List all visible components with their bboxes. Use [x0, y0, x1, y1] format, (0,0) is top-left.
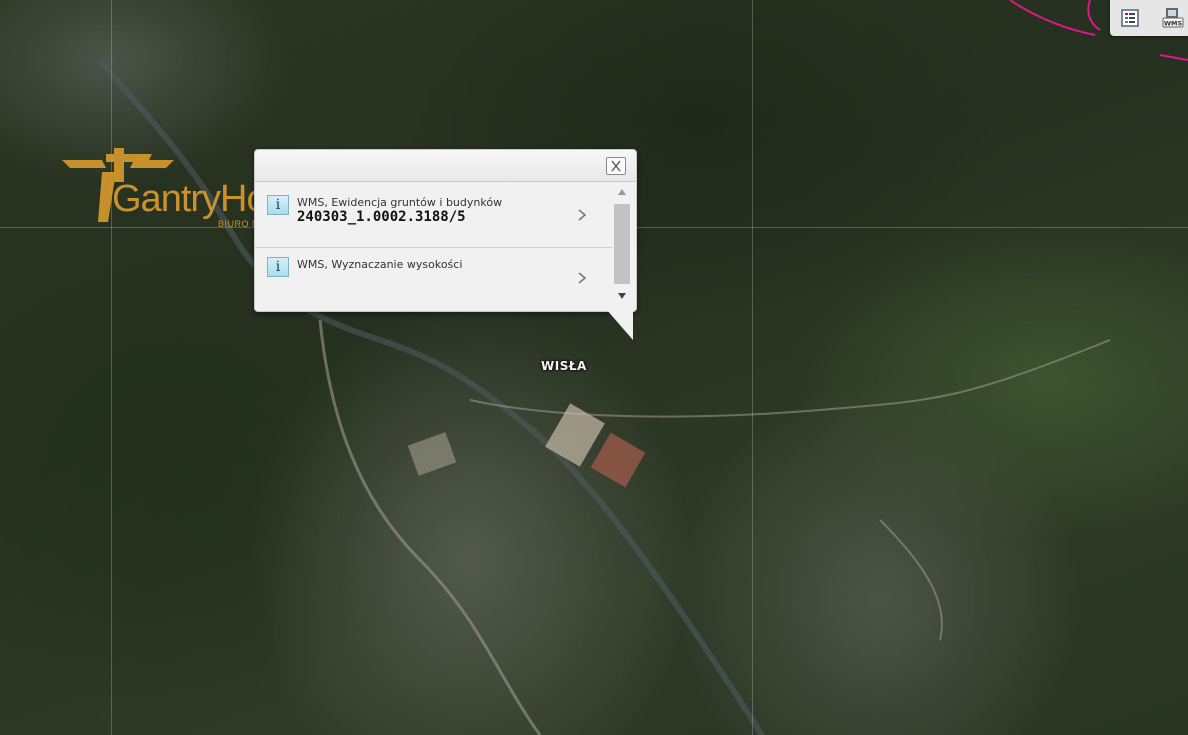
identify-popup: i WMS, Ewidencja gruntów i budynków 2403… [254, 149, 637, 312]
result-value: 240303_1.0002.3188/5 [297, 209, 466, 225]
wms-button[interactable]: WMS [1160, 6, 1186, 30]
popup-pointer [606, 309, 633, 340]
popup-header [255, 150, 636, 182]
popup-close-button[interactable] [606, 157, 626, 175]
wms-layers-icon: WMS [1162, 8, 1184, 28]
close-icon [611, 160, 621, 172]
result-title: WMS, Ewidencja gruntów i budynków [297, 196, 503, 209]
result-item[interactable]: i WMS, Wyznaczanie wysokości [255, 248, 613, 312]
info-icon: i [267, 195, 289, 215]
info-icon: i [267, 257, 289, 277]
grid-line [111, 0, 112, 735]
map-place-label: WISŁA [541, 359, 587, 373]
scroll-thumb[interactable] [614, 204, 630, 284]
layer-list-icon [1121, 9, 1139, 27]
grid-line [752, 0, 753, 735]
map-toolbar: WMS [1110, 0, 1188, 36]
chevron-right-icon[interactable] [577, 271, 587, 285]
map-roads-overlay [97, 0, 1188, 735]
scroll-down-arrow-icon[interactable] [618, 293, 626, 299]
legend-button[interactable] [1118, 6, 1144, 30]
wms-label: WMS [1164, 20, 1183, 28]
aerial-map[interactable]: WISŁA GantryHouse BIURO NIERUCHOMOŚCI [0, 0, 1188, 735]
scroll-up-arrow-icon[interactable] [618, 189, 626, 195]
popup-scrollbar[interactable] [614, 186, 630, 304]
result-item[interactable]: i WMS, Ewidencja gruntów i budynków 2403… [255, 183, 613, 248]
chevron-right-icon[interactable] [577, 208, 587, 222]
result-title: WMS, Wyznaczanie wysokości [297, 258, 463, 271]
